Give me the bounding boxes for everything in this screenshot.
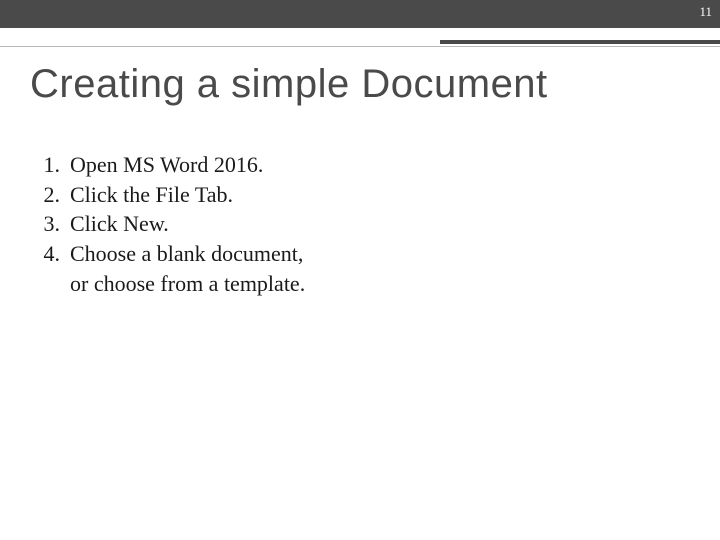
list-text: Open MS Word 2016. — [70, 150, 318, 180]
accent-line-thick — [440, 40, 720, 44]
list-number: 3. — [28, 209, 70, 239]
list-text: Click New. — [70, 209, 318, 239]
header-bar: 11 — [0, 0, 720, 28]
accent-line-thin — [0, 46, 720, 47]
list-number: 2. — [28, 180, 70, 210]
list-item: 2. Click the File Tab. — [28, 180, 318, 210]
steps-list: 1. Open MS Word 2016. 2. Click the File … — [28, 150, 318, 298]
list-text: Choose a blank document, or choose from … — [70, 239, 318, 298]
list-text: Click the File Tab. — [70, 180, 318, 210]
page-number: 11 — [699, 4, 712, 20]
list-item: 3. Click New. — [28, 209, 318, 239]
list-number: 1. — [28, 150, 70, 180]
list-item: 4. Choose a blank document, or choose fr… — [28, 239, 318, 298]
list-number: 4. — [28, 239, 70, 269]
list-item: 1. Open MS Word 2016. — [28, 150, 318, 180]
slide-title: Creating a simple Document — [30, 62, 548, 107]
